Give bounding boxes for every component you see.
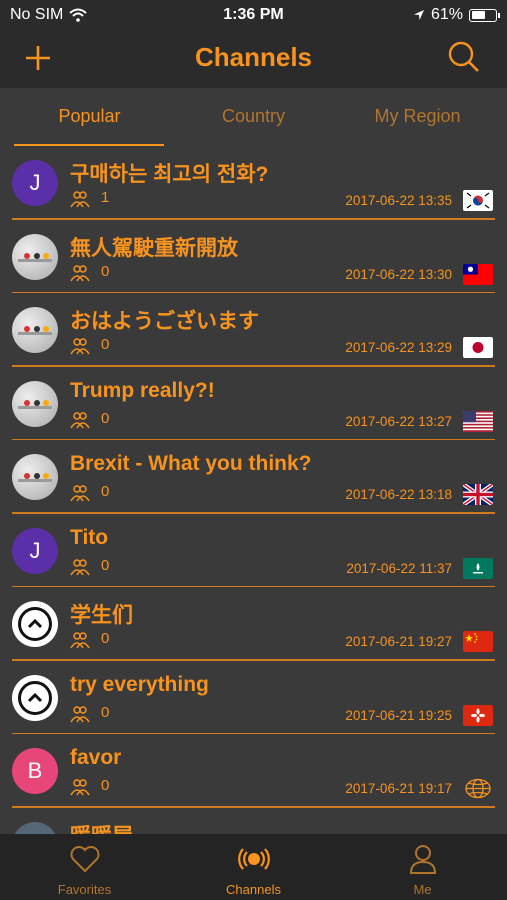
location-arrow-icon [413, 10, 424, 20]
participant-count: 0 [101, 483, 110, 500]
battery-fill [471, 11, 485, 19]
channel-date: 2017-06-22 13:29 [345, 340, 452, 355]
channel-row[interactable]: Brexit - What you think? 0 2017-06-22 13… [0, 440, 507, 514]
broadcast-icon [238, 848, 270, 870]
nav-bar: Channels [0, 32, 507, 88]
participants-icon [70, 411, 90, 428]
channel-date: 2017-06-22 13:30 [345, 266, 452, 282]
channel-row[interactable]: try everything 0 2017-06-21 19:25 [0, 661, 507, 734]
channel-title: Brexit - What you think? [70, 452, 312, 475]
channel-title: Tito [70, 525, 109, 549]
participants-icon [70, 485, 90, 502]
channel-date: 2017-06-22 13:18 [345, 487, 452, 502]
channel-title: 구매하는 최고의 전화? [70, 163, 269, 186]
usa-flag-icon [463, 410, 493, 432]
tabbar-favorites-label: Favorites [57, 882, 112, 897]
avatar-letter: B [27, 758, 43, 783]
channel-row[interactable]: 学生们 0 2017-06-21 19:27 [0, 587, 507, 661]
participants-icon [70, 191, 90, 208]
participant-count: 0 [101, 336, 110, 353]
tabbar-channels-label: Channels [226, 882, 281, 897]
battery-icon [469, 8, 500, 22]
avatar [12, 454, 58, 500]
channel-date: 2017-06-22 13:35 [345, 193, 452, 208]
tabbar-me[interactable]: Me [338, 834, 507, 900]
avatar-letter: J [29, 170, 41, 195]
taiwan-flag-icon [463, 263, 493, 285]
participant-count: 0 [101, 777, 110, 794]
channel-date: 2017-06-21 19:17 [345, 781, 452, 796]
macau-flag-icon [463, 557, 493, 579]
page-title: Channels [194, 42, 313, 72]
avatar [12, 601, 58, 647]
participants-icon [70, 338, 90, 355]
tab-popular[interactable]: Popular [5, 106, 174, 127]
japan-flag-icon [463, 337, 493, 358]
globe-icon [465, 778, 491, 799]
status-right: 61% [413, 6, 500, 24]
uk-flag-icon [463, 484, 493, 505]
participant-count: 0 [101, 262, 110, 280]
tabbar-me-label: Me [413, 882, 432, 897]
channel-row[interactable]: Trump really?! 0 2017-06-22 13:27 [0, 367, 507, 440]
channel-list[interactable]: J 구매하는 최고의 전화? 1 2017-06-22 13:35 無人駕駛重新… [0, 146, 507, 834]
participants-icon [70, 779, 90, 796]
avatar: J [12, 527, 58, 574]
status-bar: No SIM 1:36 PM 61% [0, 0, 507, 32]
channel-title: try everything [70, 672, 209, 696]
channel-row[interactable]: J 구매하는 최고의 전화? 1 2017-06-22 13:35 [0, 146, 507, 220]
participants-icon [70, 264, 90, 281]
participants-icon [70, 705, 90, 722]
channel-title: 暖暖屋 [70, 820, 133, 835]
hong-kong-flag-icon [463, 704, 493, 726]
participant-count: 0 [101, 409, 110, 427]
avatar [12, 821, 58, 834]
tabbar-channels[interactable]: Channels [169, 834, 338, 900]
tab-my-region[interactable]: My Region [333, 106, 502, 127]
channel-title: Trump really?! [70, 378, 215, 402]
participant-count: 1 [101, 189, 110, 206]
china-flag-icon [463, 631, 493, 652]
south-korea-flag-icon [463, 190, 493, 211]
channel-row[interactable]: J Tito 0 2017-06-22 11:37 [0, 514, 507, 587]
participant-count: 0 [101, 630, 110, 647]
channel-row[interactable]: 無人駕駛重新開放 0 2017-06-22 13:30 [0, 220, 507, 293]
search-icon[interactable] [447, 40, 481, 74]
channel-row[interactable]: B favor 0 2017-06-21 19:17 [0, 734, 507, 808]
avatar-letter: J [29, 537, 41, 563]
channel-row[interactable]: おはようございます 0 2017-06-22 13:29 [0, 293, 507, 367]
channel-date: 2017-06-22 13:27 [345, 413, 452, 429]
avatar [12, 380, 58, 427]
channel-title: 無人駕駛重新開放 [70, 236, 238, 260]
participants-icon [70, 632, 90, 649]
avatar [12, 307, 58, 353]
person-icon [409, 845, 437, 874]
tabbar-favorites[interactable]: Favorites [0, 834, 169, 900]
avatar: J [12, 160, 58, 206]
channel-date: 2017-06-22 11:37 [346, 560, 452, 576]
bottom-tab-bar: Favorites Channels Me [0, 834, 507, 900]
participant-count: 0 [101, 556, 110, 574]
channel-date: 2017-06-21 19:27 [345, 634, 452, 649]
segment-tabs: Popular Country My Region [0, 88, 507, 146]
avatar [12, 674, 58, 721]
channel-title: おはようございます [70, 310, 259, 333]
tab-country[interactable]: Country [169, 106, 338, 127]
battery-percent: 61% [430, 6, 463, 23]
channel-title: favor [70, 746, 122, 769]
avatar [12, 233, 58, 280]
participants-icon [70, 558, 90, 575]
channel-date: 2017-06-21 19:25 [345, 707, 452, 723]
participant-count: 0 [101, 703, 110, 721]
heart-icon [70, 846, 100, 873]
channel-title: 学生们 [70, 604, 133, 627]
channel-row[interactable]: 暖暖屋 [0, 808, 507, 835]
avatar: B [12, 748, 58, 794]
